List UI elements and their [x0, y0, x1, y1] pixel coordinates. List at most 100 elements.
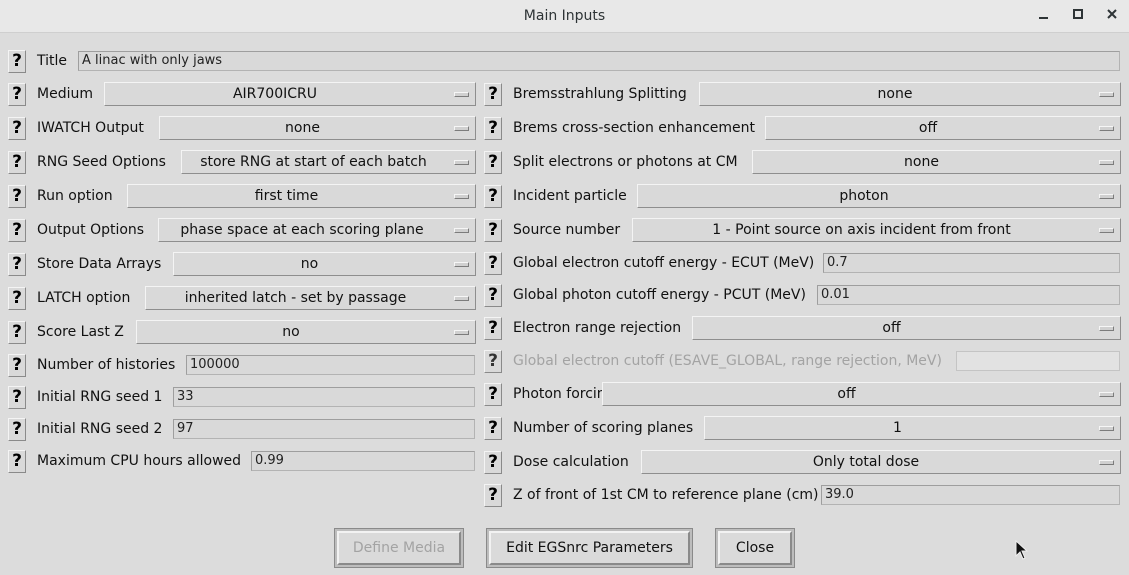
ecut-label: Global electron cutoff energy - ECUT (Me… [513, 255, 815, 271]
number-of-histories-input[interactable]: 100000 [186, 355, 475, 375]
menu-indicator-icon [1099, 126, 1114, 131]
brems-splitting-value: none [877, 86, 913, 102]
minimize-icon[interactable] [1034, 6, 1054, 26]
title-input[interactable]: A linac with only jaws [78, 51, 1120, 71]
source-number-label: Source number [513, 222, 621, 238]
rng-seed-options-dropdown[interactable]: store RNG at start of each batch [181, 150, 476, 174]
source-number-dropdown[interactable]: 1 - Point source on axis incident from f… [632, 218, 1121, 242]
range-rejection-dropdown[interactable]: off [692, 316, 1121, 340]
score-last-z-label: Score Last Z [37, 324, 124, 340]
rng-seed-options-label: RNG Seed Options [37, 154, 166, 170]
help-range-rejection-icon[interactable]: ? [484, 317, 502, 340]
close-button[interactable]: Close [715, 528, 795, 568]
brems-xsec-dropdown[interactable]: off [765, 116, 1121, 140]
source-number-value: 1 - Point source on axis incident from f… [712, 222, 1011, 238]
max-cpu-hours-input[interactable]: 0.99 [251, 451, 475, 471]
maximize-icon[interactable] [1068, 6, 1088, 26]
iwatch-dropdown[interactable]: none [159, 116, 476, 140]
menu-indicator-icon [454, 194, 469, 199]
menu-indicator-icon [454, 296, 469, 301]
pcut-input[interactable]: 0.01 [817, 285, 1120, 305]
help-z-front-cm-icon[interactable]: ? [484, 484, 502, 507]
range-rejection-value: off [882, 320, 901, 336]
brems-splitting-dropdown[interactable]: none [699, 82, 1121, 106]
menu-indicator-icon [1099, 92, 1114, 97]
range-rejection-label: Electron range rejection [513, 320, 682, 336]
help-esave-global-icon[interactable]: ? [484, 350, 502, 373]
help-incident-particle-icon[interactable]: ? [484, 185, 502, 208]
incident-particle-label: Incident particle [513, 188, 627, 204]
help-dose-calculation-icon[interactable]: ? [484, 451, 502, 474]
ecut-input[interactable]: 0.7 [823, 253, 1120, 273]
split-at-cm-dropdown[interactable]: none [752, 150, 1121, 174]
iwatch-label: IWATCH Output [37, 120, 144, 136]
help-output-options-icon[interactable]: ? [8, 219, 26, 242]
help-rng-seed-options-icon[interactable]: ? [8, 151, 26, 174]
help-title-icon[interactable]: ? [8, 50, 26, 73]
medium-dropdown[interactable]: AIR700ICRU [104, 82, 476, 106]
help-photon-forcing-icon[interactable]: ? [484, 383, 502, 406]
help-medium-icon[interactable]: ? [8, 83, 26, 106]
brems-splitting-label: Bremsstrahlung Splitting [513, 86, 687, 102]
pcut-label: Global photon cutoff energy - PCUT (MeV) [513, 287, 806, 303]
help-source-number-icon[interactable]: ? [484, 219, 502, 242]
run-option-label: Run option [37, 188, 113, 204]
help-split-at-cm-icon[interactable]: ? [484, 151, 502, 174]
run-option-dropdown[interactable]: first time [127, 184, 476, 208]
rng-seed-1-input[interactable]: 33 [173, 387, 475, 407]
help-max-cpu-hours-icon[interactable]: ? [8, 450, 26, 473]
rng-seed-2-label: Initial RNG seed 2 [37, 421, 163, 437]
run-option-value: first time [254, 188, 319, 204]
menu-indicator-icon [454, 262, 469, 267]
dose-calculation-value: Only total dose [812, 454, 920, 470]
max-cpu-hours-label: Maximum CPU hours allowed [37, 453, 242, 469]
z-front-cm-input[interactable]: 39.0 [821, 485, 1120, 505]
window-titlebar[interactable]: Main Inputs [0, 0, 1129, 33]
store-data-arrays-value: no [300, 256, 319, 272]
menu-indicator-icon [1099, 392, 1114, 397]
help-pcut-icon[interactable]: ? [484, 284, 502, 307]
help-rng-seed-1-icon[interactable]: ? [8, 386, 26, 409]
score-last-z-dropdown[interactable]: no [136, 320, 476, 344]
help-brems-splitting-icon[interactable]: ? [484, 83, 502, 106]
output-options-dropdown[interactable]: phase space at each scoring plane [158, 218, 476, 242]
close-icon[interactable] [1102, 6, 1122, 26]
medium-value: AIR700ICRU [232, 86, 318, 102]
rng-seed-2-input[interactable]: 97 [173, 419, 475, 439]
iwatch-value: none [285, 120, 320, 136]
split-at-cm-value: none [904, 154, 939, 170]
help-score-last-z-icon[interactable]: ? [8, 321, 26, 344]
incident-particle-dropdown[interactable]: photon [637, 184, 1121, 208]
help-iwatch-icon[interactable]: ? [8, 117, 26, 140]
menu-indicator-icon [1099, 228, 1114, 233]
latch-option-label: LATCH option [37, 290, 131, 306]
photon-forcing-dropdown[interactable]: off [602, 382, 1121, 406]
store-data-arrays-dropdown[interactable]: no [173, 252, 476, 276]
help-brems-xsec-icon[interactable]: ? [484, 117, 502, 140]
help-store-data-arrays-icon[interactable]: ? [8, 253, 26, 276]
scoring-planes-dropdown[interactable]: 1 [704, 416, 1121, 440]
esave-global-input[interactable] [956, 351, 1120, 371]
photon-forcing-label: Photon forcing [513, 386, 615, 402]
latch-option-dropdown[interactable]: inherited latch - set by passage [145, 286, 476, 310]
help-ecut-icon[interactable]: ? [484, 252, 502, 275]
help-rng-seed-2-icon[interactable]: ? [8, 418, 26, 441]
store-data-arrays-label: Store Data Arrays [37, 256, 162, 272]
dose-calculation-dropdown[interactable]: Only total dose [641, 450, 1121, 474]
scoring-planes-value: 1 [893, 420, 902, 436]
menu-indicator-icon [454, 92, 469, 97]
help-run-option-icon[interactable]: ? [8, 185, 26, 208]
close-label: Close [718, 531, 792, 565]
help-number-of-histories-icon[interactable]: ? [8, 354, 26, 377]
menu-indicator-icon [1099, 194, 1114, 199]
esave-global-label: Global electron cutoff (ESAVE_GLOBAL, ra… [513, 353, 942, 369]
help-scoring-planes-icon[interactable]: ? [484, 417, 502, 440]
brems-xsec-label: Brems cross-section enhancement [513, 120, 756, 136]
menu-indicator-icon [454, 228, 469, 233]
menu-indicator-icon [454, 126, 469, 131]
define-media-button[interactable]: Define Media [334, 528, 464, 568]
help-latch-option-icon[interactable]: ? [8, 287, 26, 310]
number-of-histories-label: Number of histories [37, 357, 176, 373]
edit-egsnrc-parameters-button[interactable]: Edit EGSnrc Parameters [486, 528, 693, 568]
rng-seed-1-label: Initial RNG seed 1 [37, 389, 163, 405]
